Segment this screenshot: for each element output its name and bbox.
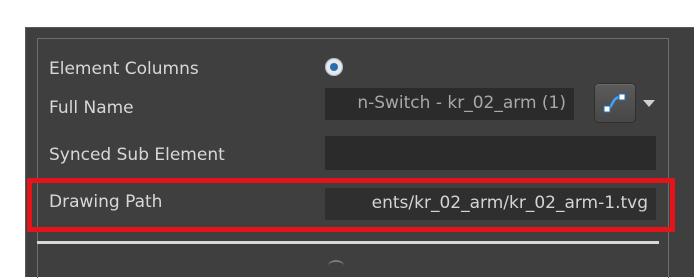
curve-link-icon: [603, 93, 626, 113]
chevron-down-icon[interactable]: [643, 100, 655, 107]
full-name-label: Full Name: [49, 98, 134, 118]
element-columns-radio[interactable]: [325, 58, 343, 76]
radio-partial-icon: [328, 260, 344, 272]
link-button[interactable]: [595, 84, 635, 122]
divider: [37, 241, 659, 244]
full-name-field[interactable]: n-Switch - kr_02_arm (1): [325, 88, 574, 120]
properties-panel: Element Columns Full Name n-Switch - kr_…: [25, 27, 694, 278]
synced-sub-element-label: Synced Sub Element: [49, 145, 225, 165]
synced-sub-element-field[interactable]: [325, 136, 656, 170]
element-columns-label: Element Columns: [49, 59, 199, 79]
drawing-path-highlight: [27, 178, 675, 232]
full-name-value: n-Switch - kr_02_arm (1): [357, 93, 566, 113]
